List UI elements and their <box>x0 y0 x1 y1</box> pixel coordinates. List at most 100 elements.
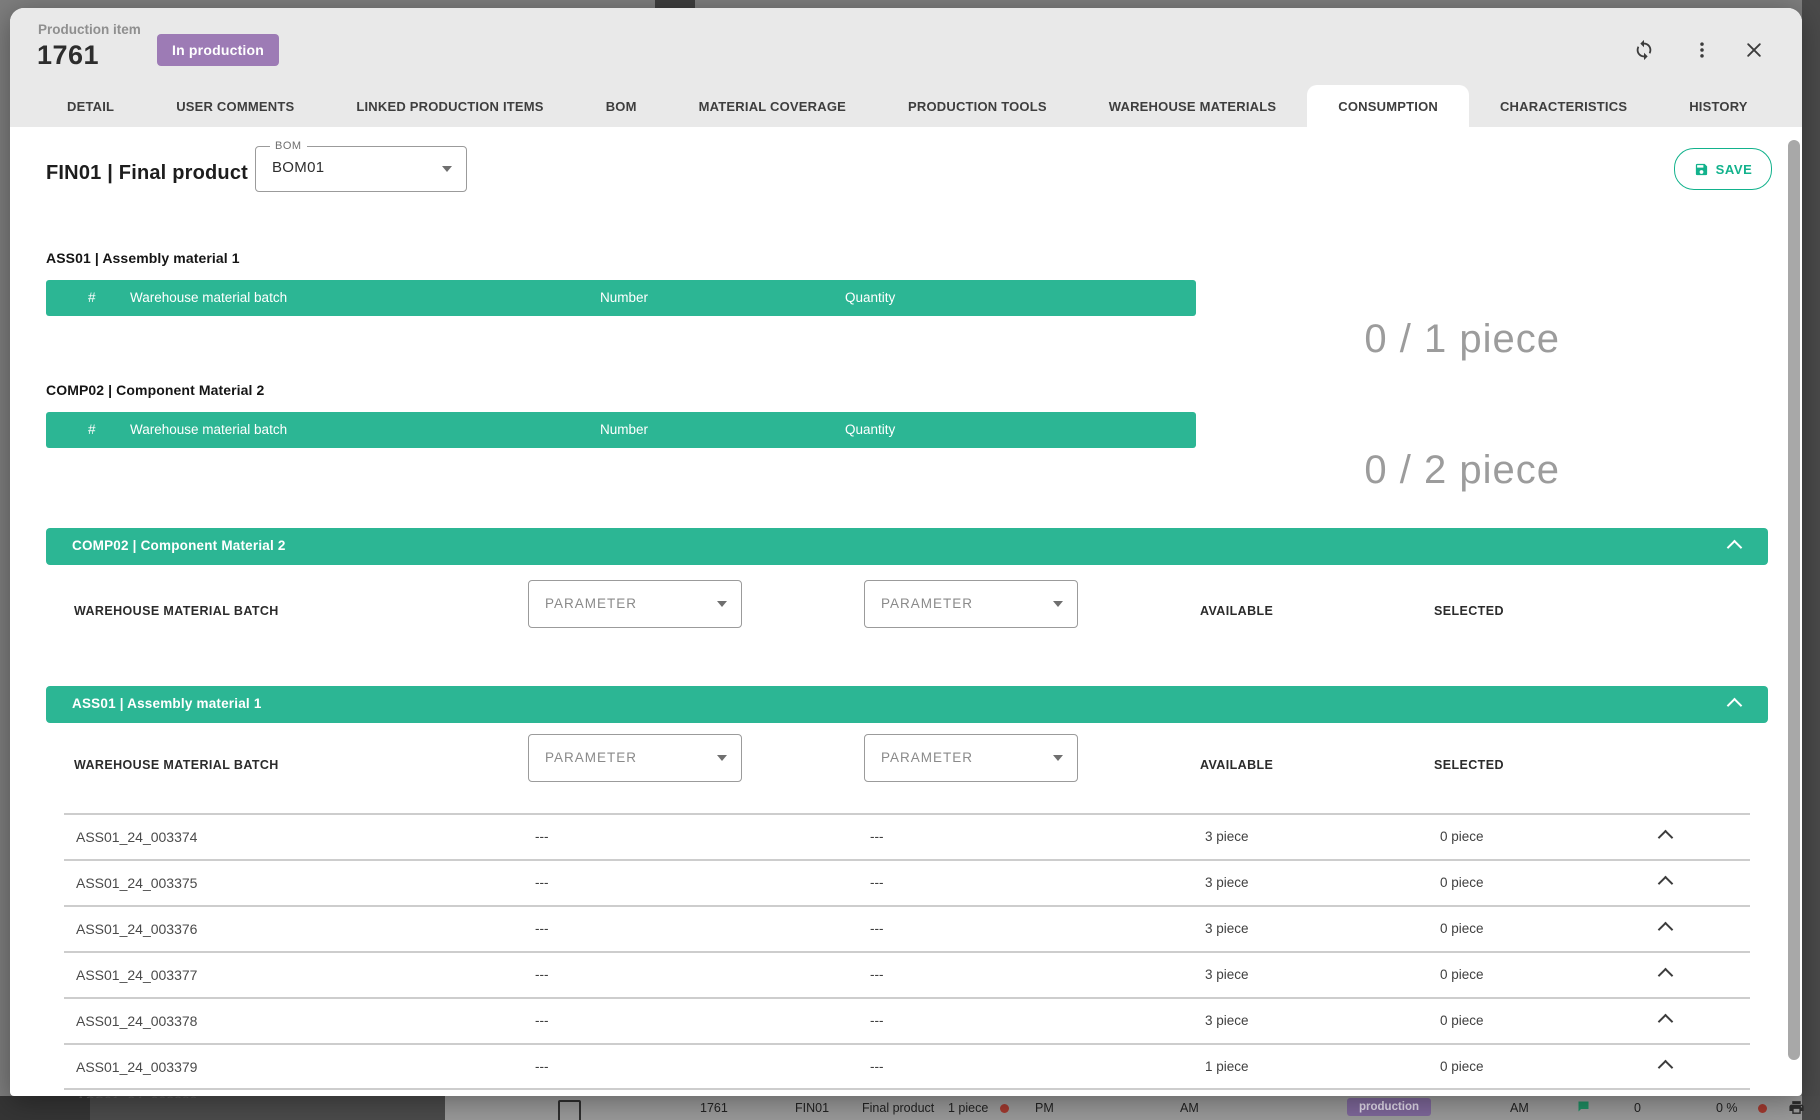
batch-column-label: WAREHOUSE MATERIAL BATCH <box>74 758 279 772</box>
available-column-label: AVAILABLE <box>1200 758 1273 772</box>
batch-parameter: --- <box>870 1013 884 1028</box>
batch-available: 3 piece <box>1205 1013 1249 1028</box>
panel-title: COMP02 | Component Material 2 <box>72 538 286 553</box>
bom-select-value: BOM01 <box>272 159 324 176</box>
panel-comp02[interactable]: COMP02 | Component Material 2 <box>46 528 1768 565</box>
close-icon[interactable] <box>1740 36 1768 64</box>
tab-user-comments[interactable]: USER COMMENTS <box>145 85 325 127</box>
save-button[interactable]: SAVE <box>1674 148 1772 190</box>
batch-row[interactable]: ASS01_24_003376 --- --- 3 piece 0 piece <box>64 905 1750 952</box>
row-checkbox[interactable] <box>558 1100 581 1120</box>
batch-row[interactable]: ASS01_24_003374 --- --- 3 piece 0 piece <box>64 813 1750 860</box>
tab-production-tools[interactable]: PRODUCTION TOOLS <box>877 85 1078 127</box>
parameter-select-value: PARAMETER <box>881 596 973 611</box>
tab-history[interactable]: HISTORY <box>1658 85 1778 127</box>
tab-bom[interactable]: BOM <box>575 85 668 127</box>
bg-row-percent: 0 % <box>1716 1101 1738 1115</box>
tab-material-coverage[interactable]: MATERIAL COVERAGE <box>668 85 877 127</box>
chevron-up-icon[interactable] <box>1727 540 1743 556</box>
batch-number: --- <box>535 829 549 844</box>
batch-row[interactable]: ASS01_24_003377 --- --- 3 piece 0 piece <box>64 951 1750 998</box>
batch-name: ASS01_24_003376 <box>76 921 197 937</box>
batch-parameter: --- <box>870 875 884 890</box>
chevron-up-icon[interactable] <box>1658 830 1674 846</box>
bg-row-count: 0 <box>1634 1101 1641 1115</box>
refresh-icon[interactable] <box>1630 36 1658 64</box>
caret-down-icon <box>442 166 452 172</box>
vertical-scrollbar[interactable] <box>1788 140 1800 1060</box>
batch-parameter: --- <box>870 921 884 936</box>
panel-title: ASS01 | Assembly material 1 <box>72 696 262 711</box>
batch-row[interactable]: ASS01_24_003378 --- --- 3 piece 0 piece <box>64 997 1750 1044</box>
selected-column-label: SELECTED <box>1434 758 1504 772</box>
bg-row-name: Final product <box>862 1101 934 1115</box>
chevron-up-icon[interactable] <box>1658 1060 1674 1076</box>
batch-selected: 0 piece <box>1440 829 1484 844</box>
bom-select[interactable]: BOM BOM01 <box>255 146 467 192</box>
bg-status-badge: production <box>1347 1098 1431 1116</box>
tab-characteristics[interactable]: CHARACTERISTICS <box>1469 85 1658 127</box>
batch-row[interactable]: ASS01_24_003379 --- --- 1 piece 0 piece <box>64 1043 1750 1090</box>
bom-select-label: BOM <box>270 140 307 152</box>
screen: 1761 FIN01 Final product 1 piece PM AM p… <box>0 0 1820 1120</box>
batch-parameter: --- <box>870 1059 884 1074</box>
background-right-strip <box>1802 0 1820 1120</box>
bg-row-quantity: 1 piece <box>948 1101 988 1115</box>
batch-selected: 0 piece <box>1440 1013 1484 1028</box>
status-dot-red <box>1000 1104 1009 1113</box>
tab-linked-production-items[interactable]: LINKED PRODUCTION ITEMS <box>325 85 574 127</box>
dialog-tab-bar: DETAIL USER COMMENTS LINKED PRODUCTION I… <box>36 85 1779 127</box>
background-top-notch <box>655 0 695 8</box>
parameter-select-4[interactable]: PARAMETER <box>864 734 1078 782</box>
parameter-select-value: PARAMETER <box>881 750 973 765</box>
panel-ass01[interactable]: ASS01 | Assembly material 1 <box>46 686 1768 723</box>
production-item-number: 1761 <box>37 40 99 71</box>
batch-selected: 0 piece <box>1440 921 1484 936</box>
parameter-select-1[interactable]: PARAMETER <box>528 580 742 628</box>
chevron-up-icon[interactable] <box>1658 1014 1674 1030</box>
batch-number: --- <box>535 921 549 936</box>
batch-selected: 0 piece <box>1440 875 1484 890</box>
consumption-progress: 0 / 2 piece <box>1250 448 1560 493</box>
col-batch: Warehouse material batch <box>130 290 287 305</box>
batch-row[interactable]: ASS01_24_003375 --- --- 3 piece 0 piece <box>64 859 1750 906</box>
batch-number: --- <box>535 875 549 890</box>
bg-row-material: FIN01 <box>795 1101 829 1115</box>
summary-table-header: # Warehouse material batch Number Quanti… <box>46 280 1196 316</box>
batch-row[interactable]: ASS01_24_003380 <box>64 1088 1750 1098</box>
kebab-menu-icon[interactable] <box>1688 36 1716 64</box>
batch-selected: 0 piece <box>1440 967 1484 982</box>
batch-name: ASS01_24_003374 <box>76 829 197 845</box>
tab-detail[interactable]: DETAIL <box>36 85 145 127</box>
tab-consumption[interactable]: CONSUMPTION <box>1307 85 1469 127</box>
parameter-select-3[interactable]: PARAMETER <box>528 734 742 782</box>
batch-name: ASS01_24_003380 <box>76 1093 197 1098</box>
tab-warehouse-materials[interactable]: WAREHOUSE MATERIALS <box>1078 85 1308 127</box>
chevron-up-icon[interactable] <box>1727 698 1743 714</box>
bg-row-id: 1761 <box>700 1101 728 1115</box>
background-nav-sidebar <box>0 1096 90 1120</box>
material-section-title: COMP02 | Component Material 2 <box>46 382 264 398</box>
batch-name: ASS01_24_003377 <box>76 967 197 983</box>
chevron-up-icon[interactable] <box>1658 876 1674 892</box>
batch-column-label: WAREHOUSE MATERIAL BATCH <box>74 604 279 618</box>
chevron-up-icon[interactable] <box>1658 922 1674 938</box>
col-hash: # <box>88 290 96 305</box>
col-hash: # <box>88 422 96 437</box>
batch-selected: 0 piece <box>1440 1059 1484 1074</box>
background-table-row <box>445 1096 1802 1120</box>
batch-available: 1 piece <box>1205 1059 1249 1074</box>
caret-down-icon <box>1053 601 1063 607</box>
floppy-disk-icon <box>1694 162 1709 177</box>
batch-available: 3 piece <box>1205 875 1249 890</box>
col-batch: Warehouse material batch <box>130 422 287 437</box>
chevron-up-icon[interactable] <box>1658 968 1674 984</box>
col-number: Number <box>600 422 648 437</box>
caret-down-icon <box>1053 755 1063 761</box>
status-icon-green <box>1576 1099 1591 1114</box>
printer-icon[interactable] <box>1788 1099 1805 1116</box>
batch-available: 3 piece <box>1205 967 1249 982</box>
parameter-select-value: PARAMETER <box>545 596 637 611</box>
production-item-label: Production item <box>38 22 141 37</box>
parameter-select-2[interactable]: PARAMETER <box>864 580 1078 628</box>
